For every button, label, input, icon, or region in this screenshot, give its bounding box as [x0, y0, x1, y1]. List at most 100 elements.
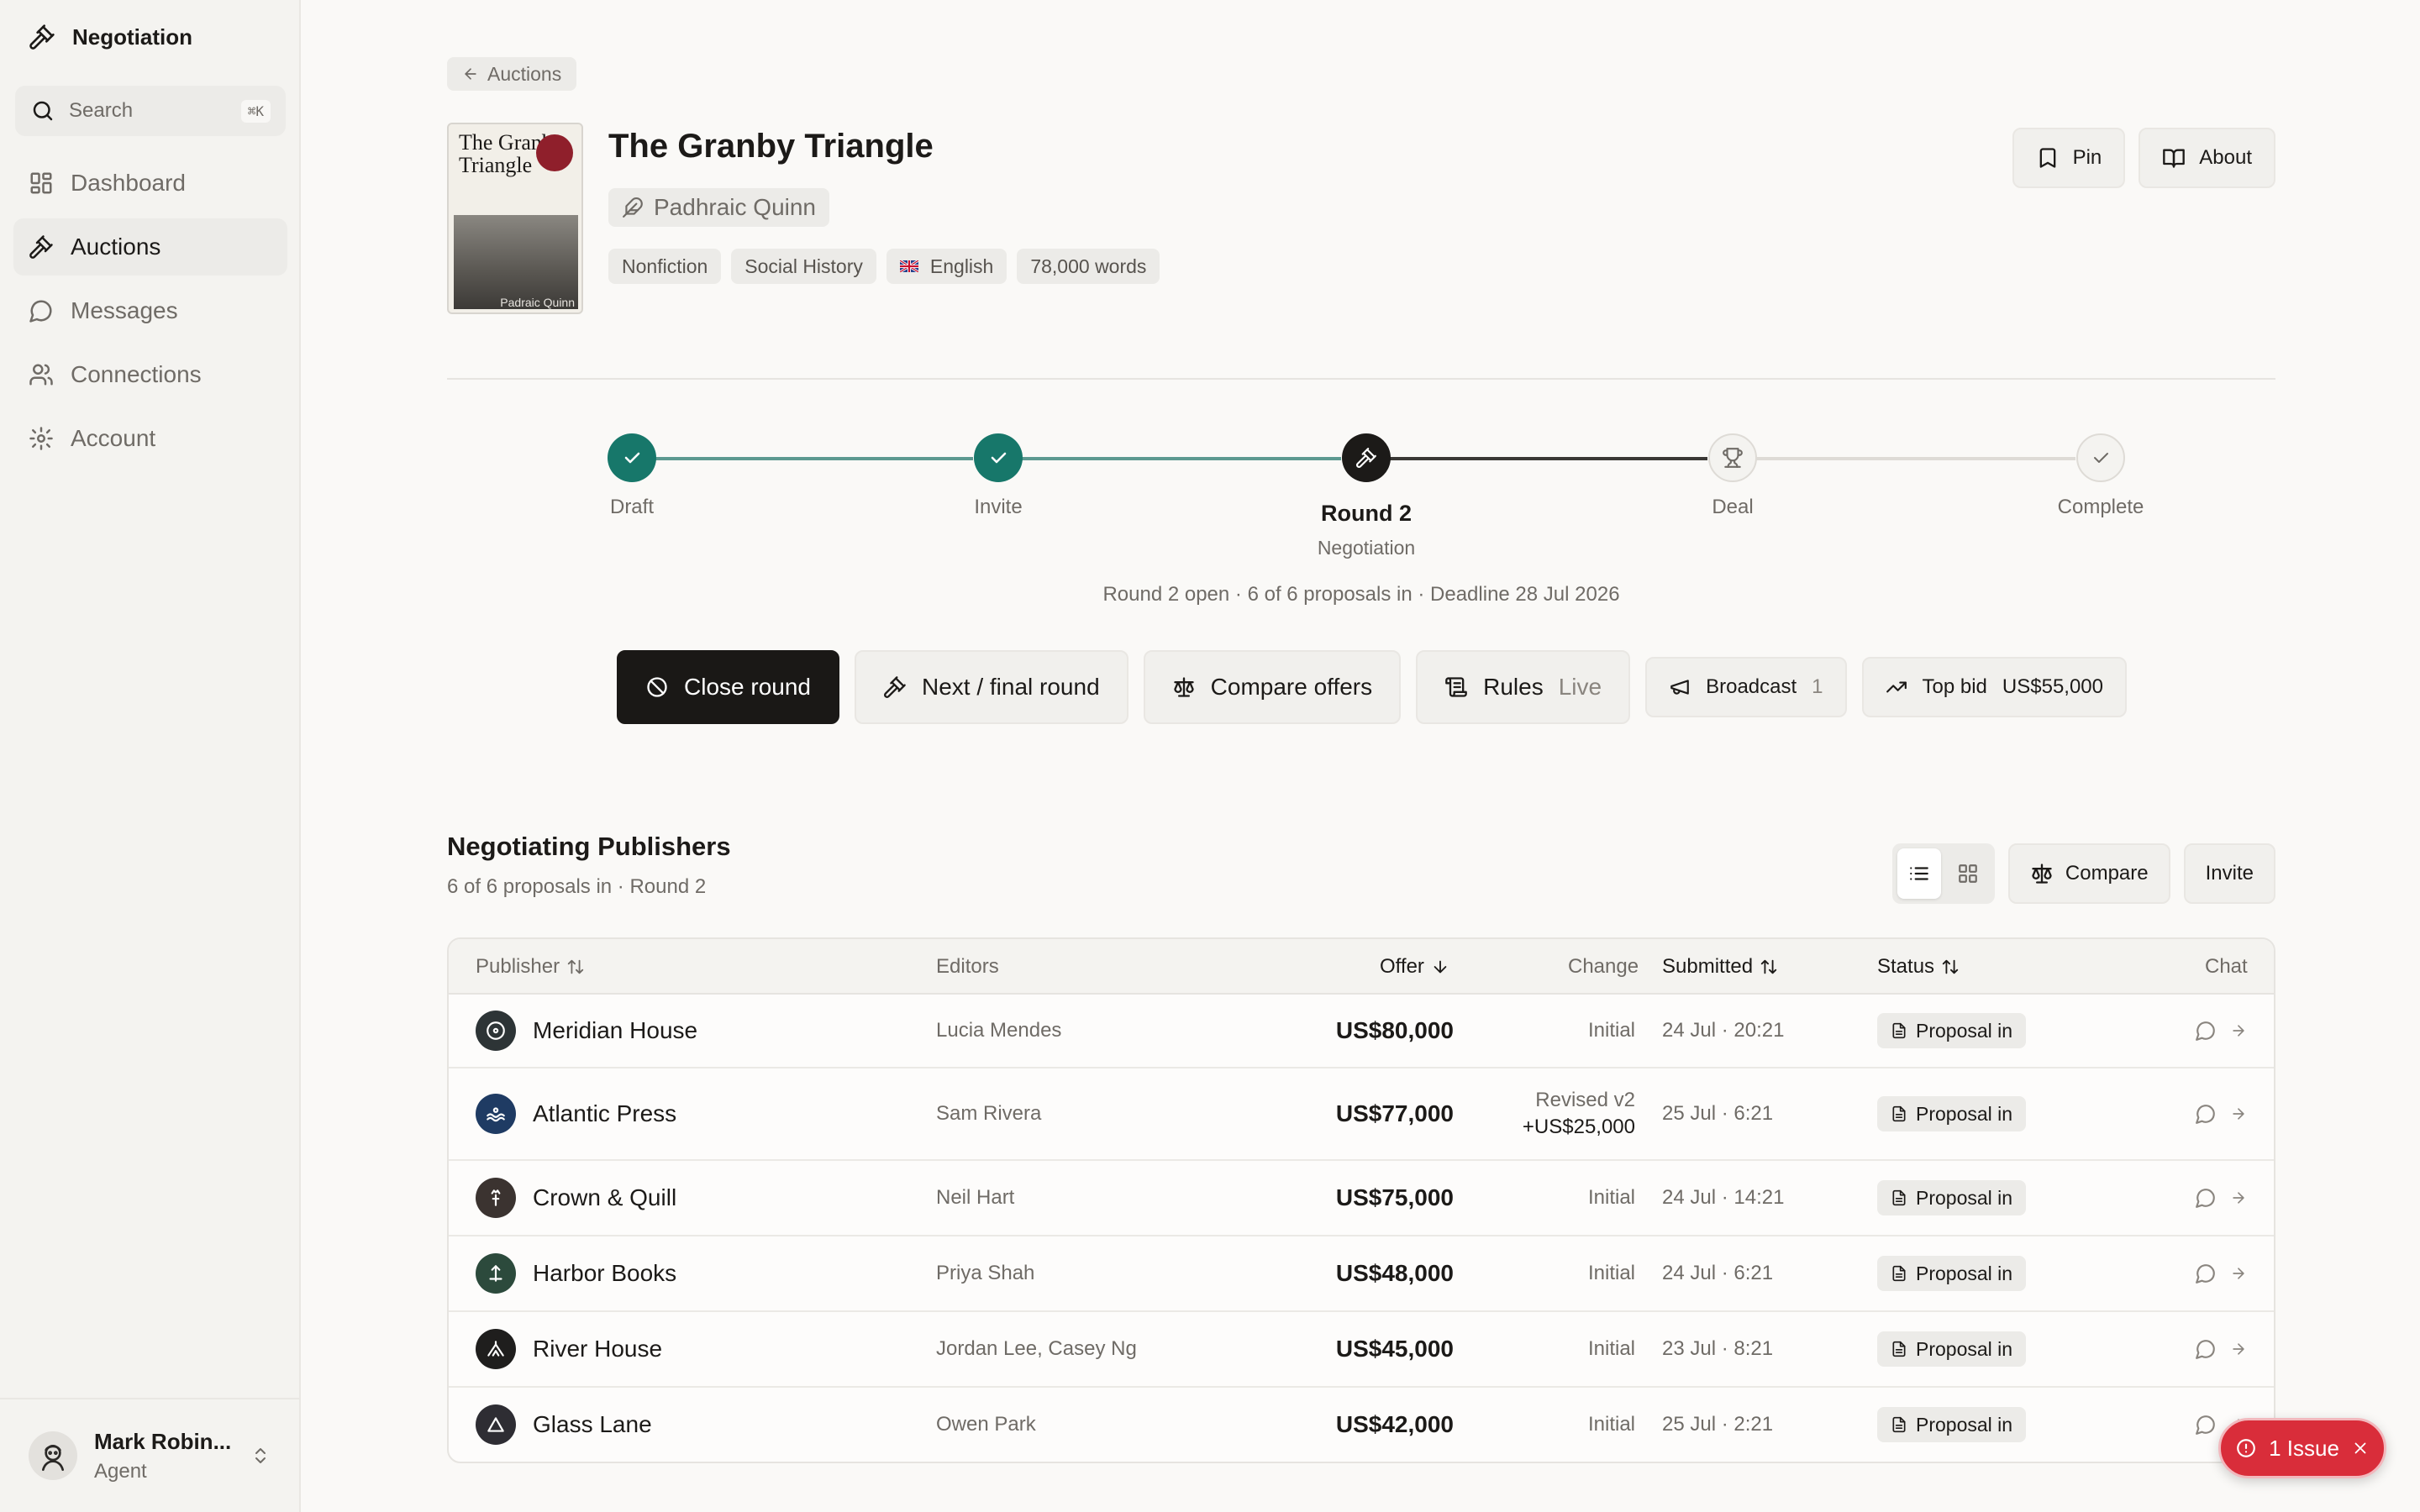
- issue-label: 1 Issue: [2269, 1435, 2339, 1461]
- gavel-icon: [29, 234, 54, 260]
- sidebar-nav: Dashboard Auctions Messages Connections …: [13, 155, 287, 474]
- about-button[interactable]: About: [2139, 128, 2275, 188]
- publisher-cell[interactable]: Harbor Books: [476, 1236, 676, 1310]
- check-icon: [2076, 433, 2125, 482]
- chat-cell[interactable]: [2196, 1312, 2247, 1386]
- col-offer[interactable]: Offer: [1380, 939, 1449, 995]
- avatar: [29, 1431, 77, 1480]
- top-bid-chip[interactable]: Top bid US$55,000: [1861, 657, 2127, 717]
- sort-icon: [1760, 958, 1778, 976]
- change-cell: Initial: [1587, 1337, 1635, 1360]
- sort-icon: [566, 958, 585, 976]
- status-badge: Proposal in: [1877, 1013, 2027, 1048]
- offer-cell: US$48,000: [1335, 1260, 1454, 1286]
- round-status: Round 2 open · 6 of 6 proposals in · Dea…: [1102, 583, 1620, 606]
- col-label: Offer: [1380, 955, 1424, 978]
- step-deal[interactable]: Deal: [1632, 433, 1833, 519]
- sidebar-item-dashboard[interactable]: Dashboard: [13, 155, 287, 212]
- step-label: Round 2: [1321, 501, 1412, 526]
- grid-view-button[interactable]: [1946, 848, 1990, 899]
- change-cell: Revised v2 +US$25,000: [1470, 1068, 1635, 1159]
- ban-icon: [645, 675, 669, 699]
- publisher-cell[interactable]: Atlantic Press: [476, 1068, 676, 1159]
- sort-icon: [1941, 958, 1960, 976]
- step-complete[interactable]: Complete: [2000, 433, 2202, 519]
- chat-cell[interactable]: [2196, 1236, 2247, 1310]
- status-badge: Proposal in: [1877, 1256, 2027, 1291]
- arrow-right-icon: [2230, 1265, 2247, 1282]
- sidebar-item-auctions[interactable]: Auctions: [13, 218, 287, 276]
- list-view-button[interactable]: [1897, 848, 1941, 899]
- change-cell: Initial: [1587, 1186, 1635, 1209]
- close-round-label: Close round: [684, 674, 811, 700]
- sidebar-item-messages[interactable]: Messages: [13, 282, 287, 339]
- quill-icon: [476, 1178, 516, 1218]
- status-label: Proposal in: [1916, 1262, 2013, 1284]
- brand[interactable]: Negotiation: [29, 24, 192, 50]
- user-name: Mark Robin...: [94, 1428, 232, 1454]
- editors-cell: Jordan Lee, Casey Ng: [936, 1337, 1137, 1360]
- status-badge: Proposal in: [1877, 1096, 2027, 1131]
- chat-cell[interactable]: [2196, 995, 2247, 1067]
- table-row[interactable]: Atlantic Press Sam Rivera US$77,000 Revi…: [449, 1068, 2274, 1161]
- sidebar-item-connections[interactable]: Connections: [13, 346, 287, 403]
- megaphone-icon: [1669, 676, 1691, 698]
- pin-button[interactable]: Pin: [2012, 128, 2126, 188]
- col-label: Submitted: [1662, 955, 1754, 978]
- publisher-cell[interactable]: Crown & Quill: [476, 1161, 676, 1235]
- search-label: Search: [69, 99, 134, 122]
- book-open-icon: [2162, 146, 2186, 170]
- next-round-button[interactable]: Next / final round: [854, 650, 1128, 724]
- chat-cell[interactable]: [2196, 1068, 2247, 1159]
- search-shortcut: ⌘K: [240, 99, 271, 123]
- compare-button[interactable]: Compare: [2007, 843, 2170, 904]
- publisher-cell[interactable]: Glass Lane: [476, 1388, 652, 1462]
- next-round-label: Next / final round: [921, 674, 1100, 700]
- rules-state: Live: [1558, 674, 1602, 700]
- dashboard-icon: [29, 171, 54, 196]
- col-status[interactable]: Status: [1877, 939, 1960, 995]
- close-round-button[interactable]: Close round: [617, 650, 839, 724]
- table-row[interactable]: Harbor Books Priya Shah US$48,000 Initia…: [449, 1236, 2274, 1312]
- step-draft[interactable]: Draft: [531, 433, 733, 519]
- offer-cell: US$77,000: [1335, 1100, 1454, 1126]
- change-delta: +US$25,000: [1522, 1116, 1635, 1138]
- pin-label: Pin: [2072, 146, 2102, 169]
- chat-cell[interactable]: [2196, 1161, 2247, 1235]
- sidebar-item-account[interactable]: Account: [13, 410, 287, 467]
- col-label: Status: [1877, 955, 1935, 978]
- issue-badge[interactable]: 1 Issue: [2218, 1418, 2386, 1478]
- table-row[interactable]: Crown & Quill Neil Hart US$75,000 Initia…: [449, 1161, 2274, 1236]
- arrow-right-icon: [2230, 1341, 2247, 1357]
- publisher-cell[interactable]: River House: [476, 1312, 662, 1386]
- table-row[interactable]: Glass Lane Owen Park US$42,000 Initial 2…: [449, 1388, 2274, 1462]
- close-icon[interactable]: [2351, 1439, 2370, 1457]
- table-row[interactable]: River House Jordan Lee, Casey Ng US$45,0…: [449, 1312, 2274, 1388]
- col-publisher[interactable]: Publisher: [476, 939, 585, 995]
- tag-language-label: English: [929, 255, 994, 277]
- search-button[interactable]: Search ⌘K: [15, 86, 286, 136]
- compare-offers-label: Compare offers: [1210, 674, 1373, 700]
- user-menu[interactable]: Mark Robin... Agent: [0, 1398, 299, 1512]
- file-icon: [1891, 1105, 1907, 1122]
- author-chip[interactable]: Padhraic Quinn: [608, 188, 830, 227]
- sidebar: Negotiation Search ⌘K Dashboard Auctions…: [0, 0, 301, 1512]
- step-round-2[interactable]: Round 2 Negotiation: [1265, 433, 1467, 559]
- publisher-name: Atlantic Press: [533, 1100, 677, 1126]
- file-icon: [1891, 1022, 1907, 1039]
- table-row[interactable]: Meridian House Lucia Mendes US$80,000 In…: [449, 995, 2274, 1068]
- breadcrumb[interactable]: Auctions: [447, 57, 577, 91]
- list-icon: [1908, 863, 1930, 885]
- publisher-cell[interactable]: Meridian House: [476, 995, 697, 1067]
- broadcast-button[interactable]: Broadcast 1: [1645, 657, 1847, 717]
- compare-offers-button[interactable]: Compare offers: [1143, 650, 1402, 724]
- rules-button[interactable]: Rules Live: [1416, 650, 1631, 724]
- col-submitted[interactable]: Submitted: [1662, 939, 1778, 995]
- editors-cell: Priya Shah: [936, 1262, 1035, 1284]
- auction-stepper: Draft Invite Round 2 Negotiation Deal Co…: [607, 433, 2144, 559]
- triangle-icon: [476, 1404, 516, 1445]
- invite-button[interactable]: Invite: [2183, 843, 2275, 904]
- trophy-icon: [1708, 433, 1757, 482]
- status-label: Proposal in: [1916, 1413, 2013, 1436]
- step-invite[interactable]: Invite: [897, 433, 1099, 519]
